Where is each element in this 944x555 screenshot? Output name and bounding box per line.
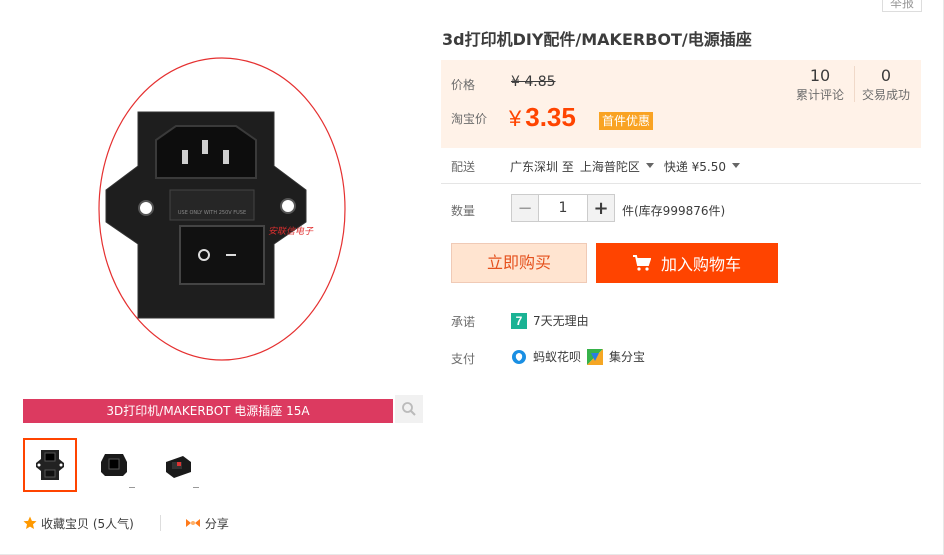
payment-label: 支付 — [451, 352, 476, 366]
thumbnail-2[interactable] — [87, 438, 141, 492]
add-to-cart-label: 加入购物车 — [660, 255, 741, 274]
social-actions: 收藏宝贝 (5人气) 分享 — [23, 514, 229, 532]
promo-price-value: 3.35 — [525, 102, 576, 132]
magnify-icon[interactable] — [395, 395, 423, 423]
shipping-row: 配送 广东深圳 至 上海普陀区 快递 ¥5.50 — [451, 158, 746, 175]
shipping-destination[interactable]: 上海普陀区 — [580, 158, 640, 175]
quantity-minus-button[interactable]: − — [511, 194, 539, 222]
payment-huabei[interactable]: 蚂蚁花呗 — [511, 348, 581, 365]
quantity-stepper: − 1 + — [511, 194, 615, 222]
buy-now-button[interactable]: 立即购买 — [451, 243, 587, 283]
reviews-count: 10 — [809, 66, 831, 85]
chevron-down-icon[interactable] — [732, 163, 741, 168]
thumbnail-divider — [193, 487, 199, 488]
quantity-plus-button[interactable]: + — [587, 194, 615, 222]
promo-badge: 首件优惠 — [599, 112, 654, 130]
seven-day-icon: 7 — [511, 312, 527, 329]
payment-method-label: 集分宝 — [609, 350, 646, 364]
thumbnail-strip — [23, 438, 215, 492]
promise-row[interactable]: 7 7天无理由 — [511, 312, 589, 329]
thumbnail-divider — [129, 487, 135, 488]
chevron-down-icon[interactable] — [645, 163, 654, 168]
image-caption: 3D打印机/MAKERBOT 电源插座 15A — [23, 399, 393, 423]
sales-stat[interactable]: 0 交易成功 — [855, 66, 917, 104]
promise-label: 承诺 — [451, 315, 476, 329]
payment-row: 蚂蚁花呗 集分宝 — [511, 348, 651, 365]
huabei-icon — [512, 349, 526, 364]
favorite-button[interactable]: 收藏宝贝 (5人气) — [41, 515, 134, 532]
thumbnail-3[interactable] — [151, 438, 205, 492]
report-link[interactable]: 举报 — [882, 0, 922, 12]
original-price-label: 价格 — [451, 78, 476, 92]
quantity-label: 数量 — [451, 204, 476, 218]
share-button[interactable]: 分享 — [205, 515, 229, 532]
action-divider — [159, 515, 161, 531]
shipping-from: 广东深圳 至 — [510, 160, 574, 174]
product-title: 3d打印机DIY配件/MAKERBOT/电源插座 — [442, 30, 752, 49]
payment-method-label: 蚂蚁花呗 — [533, 350, 582, 364]
share-icon — [185, 516, 201, 530]
shipping-method[interactable]: 快递 ¥5.50 — [664, 158, 726, 175]
price-panel: 价格 ¥ 4.85 淘宝价 ¥3.35 首件优惠 10 累计评论 0 交易成功 — [441, 60, 921, 148]
svg-text:USE ONLY WITH 250V FUSE: USE ONLY WITH 250V FUSE — [178, 210, 246, 216]
divider — [441, 183, 921, 184]
thumbnail-1[interactable] — [23, 438, 77, 492]
star-icon — [23, 516, 37, 530]
currency-symbol: ¥ — [509, 106, 522, 131]
reviews-label: 累计评论 — [795, 88, 844, 102]
original-price: ¥ 4.85 — [511, 74, 556, 90]
main-product-image[interactable]: USE ONLY WITH 250V FUSE 安联信电子 — [96, 54, 348, 364]
add-to-cart-button[interactable]: 加入购物车 — [596, 243, 778, 283]
reviews-stat[interactable]: 10 累计评论 — [789, 66, 851, 104]
jifenbao-icon — [587, 348, 604, 365]
quantity-input[interactable]: 1 — [539, 194, 587, 222]
shipping-label: 配送 — [451, 160, 476, 174]
sales-count: 0 — [880, 66, 892, 85]
sales-label: 交易成功 — [861, 88, 910, 102]
cart-icon — [632, 255, 651, 271]
promo-price: ¥3.35 — [509, 102, 576, 133]
promise-text: 7天无理由 — [533, 314, 589, 328]
image-watermark: 安联信电子 — [268, 226, 314, 237]
promo-price-label: 淘宝价 — [451, 112, 488, 126]
payment-jifenbao[interactable]: 集分宝 — [587, 348, 645, 365]
stock-info: 件(库存999876件) — [622, 204, 726, 218]
